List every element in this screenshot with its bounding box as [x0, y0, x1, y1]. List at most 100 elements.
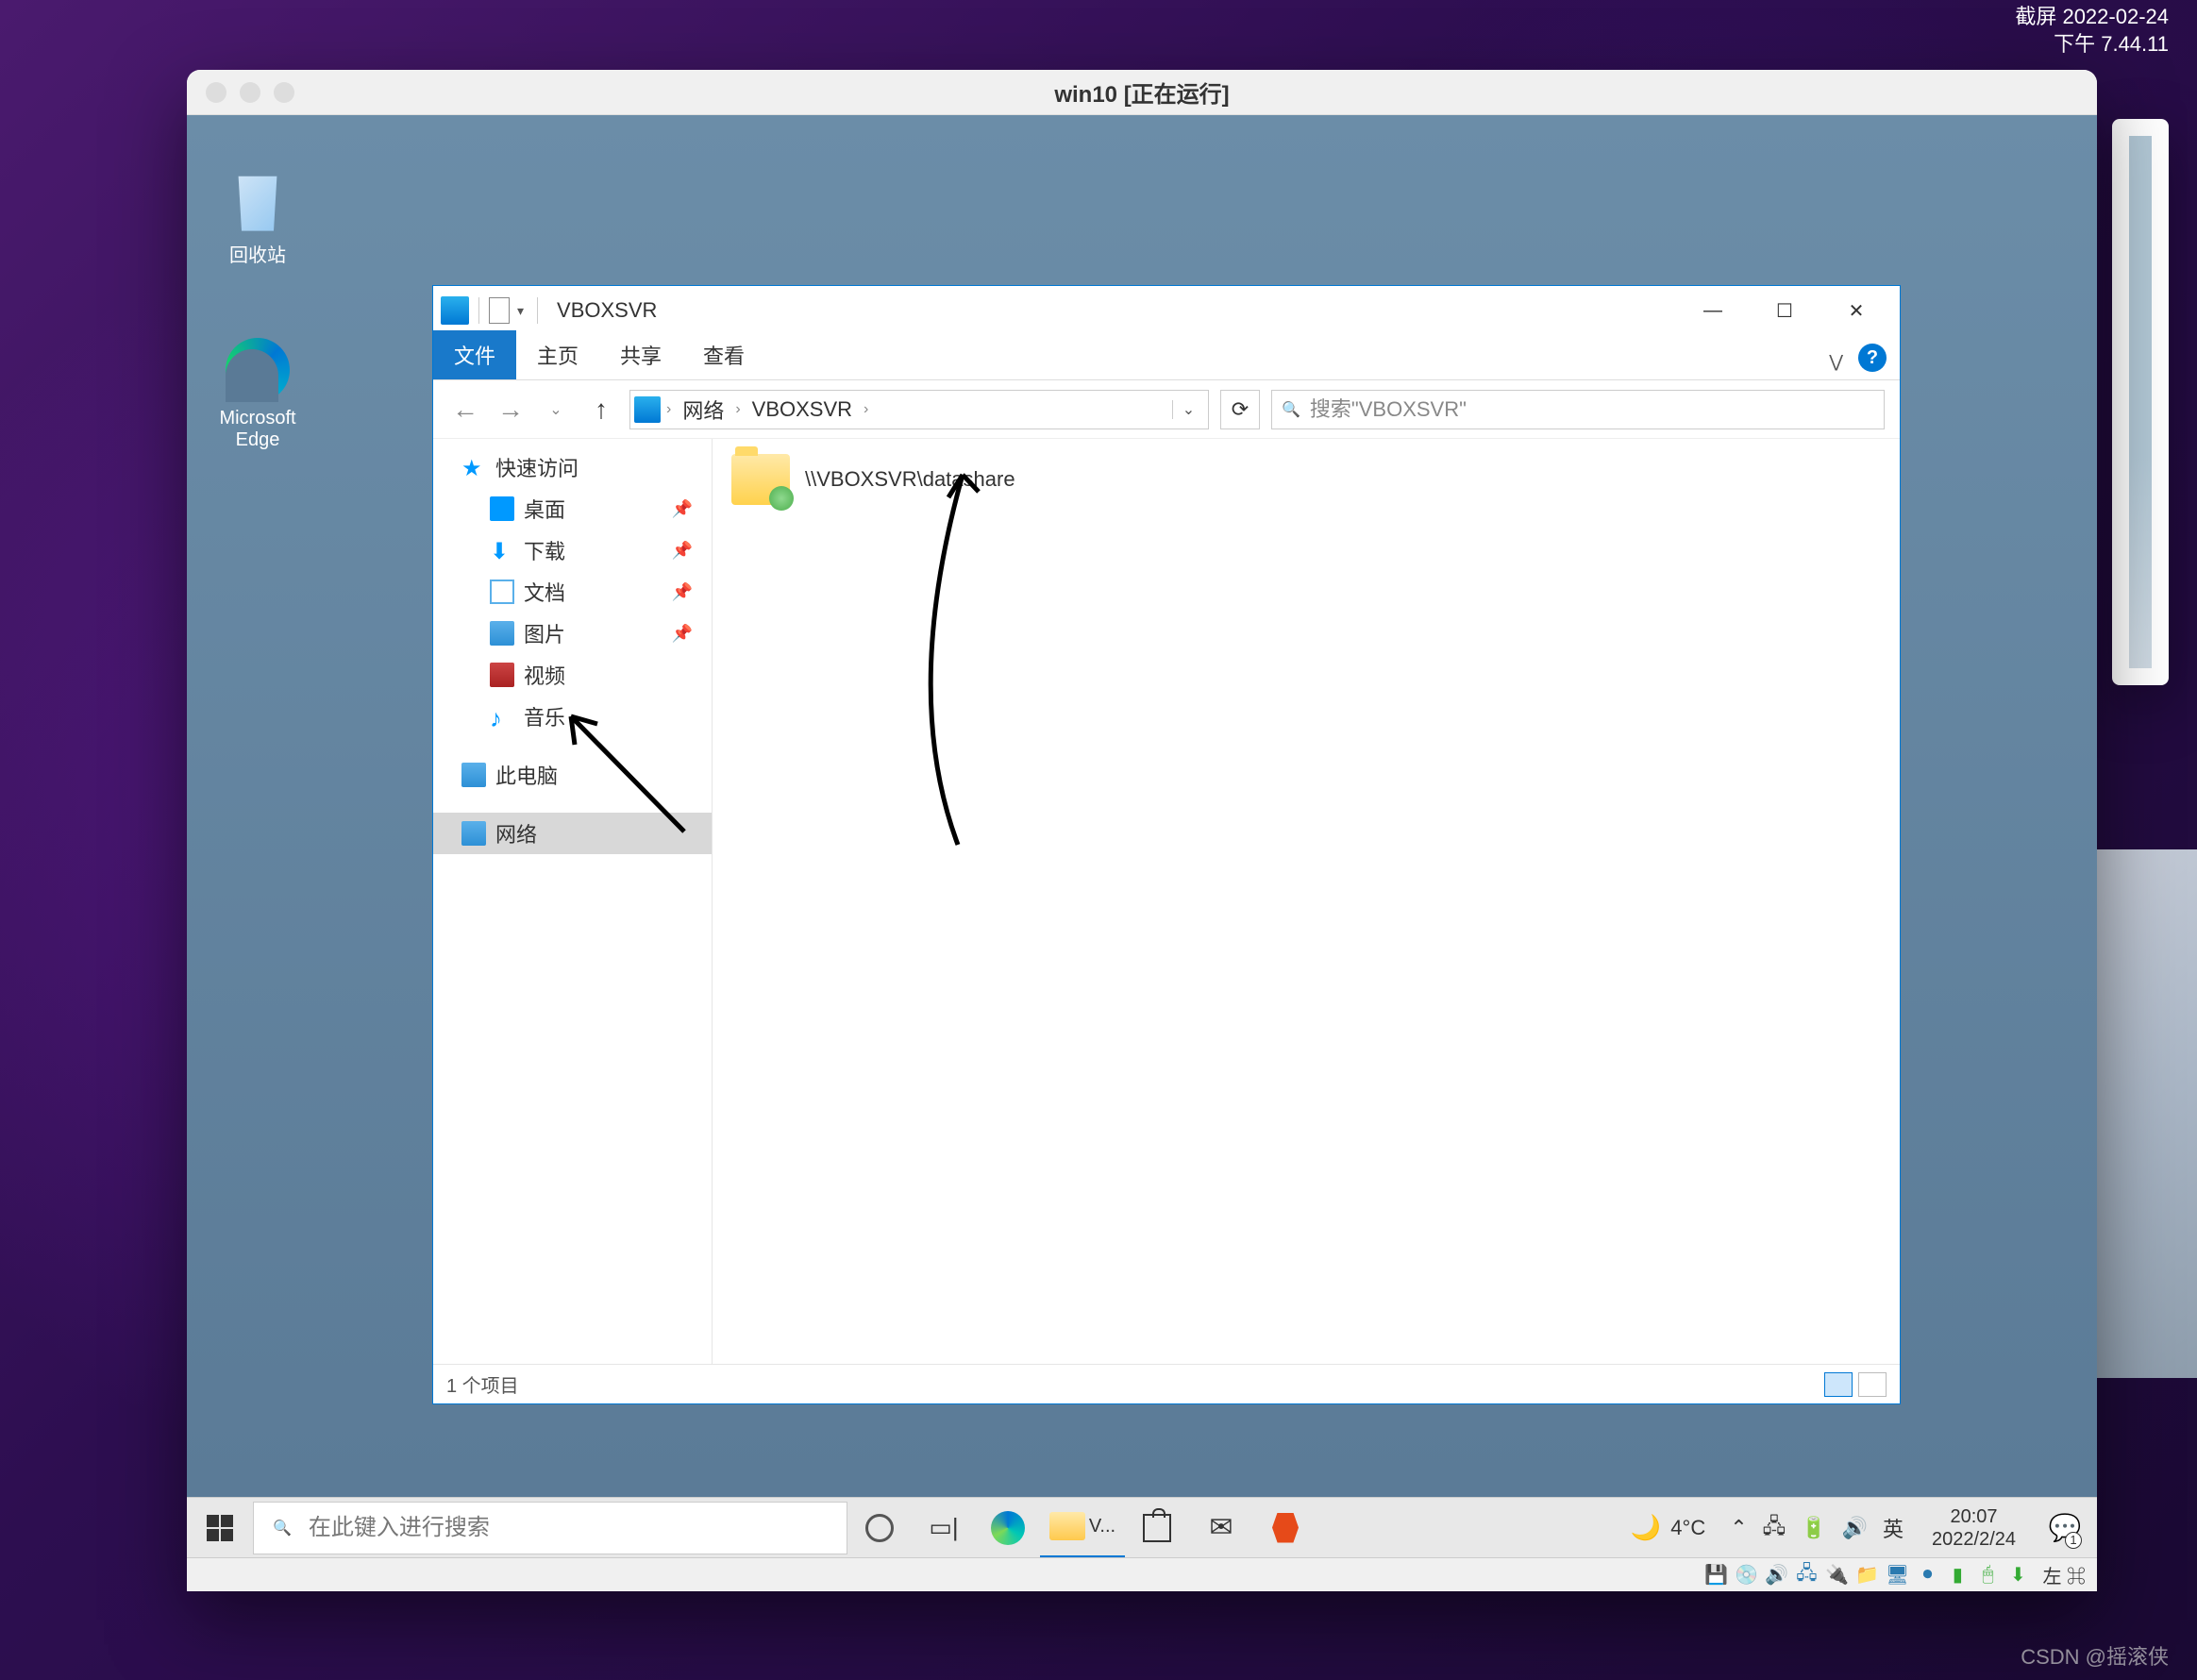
- content-pane[interactable]: \\VBOXSVR\datashare: [713, 439, 1900, 1364]
- screenshot-caption: 截屏 2022-02-24 下午 7.44.11: [2015, 4, 2169, 58]
- vb-host-key: 左 ⌘: [2042, 1561, 2086, 1588]
- quick-access-doc-icon[interactable]: [489, 297, 510, 324]
- vb-display-icon[interactable]: 🖥: [1886, 1564, 1908, 1587]
- preview-thumbnail[interactable]: [2112, 119, 2169, 685]
- breadcrumb-network[interactable]: 网络: [677, 395, 730, 425]
- navigation-pane[interactable]: ★ 快速访问 桌面 📌 ⬇ 下载 📌 文档: [433, 439, 713, 1364]
- vb-optical-icon[interactable]: 💿: [1735, 1564, 1757, 1587]
- windows-logo-icon: [207, 1515, 233, 1541]
- taskbar-office[interactable]: [1253, 1498, 1317, 1558]
- vm-title: win10 [正在运行]: [1054, 76, 1229, 109]
- search-icon: 🔍: [273, 1519, 292, 1537]
- taskbar-search[interactable]: 🔍: [253, 1502, 847, 1554]
- videos-icon: [490, 663, 514, 687]
- vb-keyboard-icon[interactable]: ⬇: [2006, 1564, 2029, 1587]
- vb-cpu-icon[interactable]: ▮: [1946, 1564, 1969, 1587]
- pin-icon: 📌: [672, 624, 693, 644]
- taskbar-search-input[interactable]: [309, 1515, 828, 1541]
- shared-folder-icon: [731, 454, 790, 505]
- help-button[interactable]: ?: [1858, 344, 1887, 372]
- explorer-icon: [1049, 1512, 1085, 1540]
- explorer-title: VBOXSVR: [557, 298, 657, 323]
- taskbar-store[interactable]: [1125, 1498, 1189, 1558]
- weather-icon: 🌙: [1631, 1513, 1661, 1542]
- nav-videos[interactable]: 视频: [433, 654, 712, 696]
- minimize-button[interactable]: —: [1677, 288, 1749, 333]
- taskbar-mail[interactable]: ✉: [1189, 1498, 1253, 1558]
- desktop-icon-edge[interactable]: Microsoft Edge: [206, 338, 310, 451]
- nav-downloads[interactable]: ⬇ 下载 📌: [433, 529, 712, 571]
- nav-pictures[interactable]: 图片 📌: [433, 613, 712, 654]
- pc-icon: [461, 763, 486, 787]
- maximize-button[interactable]: ☐: [1749, 288, 1820, 333]
- vb-network-icon[interactable]: 🖧: [1795, 1564, 1818, 1587]
- vm-titlebar[interactable]: win10 [正在运行]: [187, 70, 2097, 115]
- nav-desktop[interactable]: 桌面 📌: [433, 488, 712, 529]
- close-traffic-light[interactable]: [206, 82, 226, 103]
- ribbon-expand-icon[interactable]: ⋁: [1820, 344, 1853, 379]
- cortana-button[interactable]: [847, 1498, 912, 1558]
- download-icon: ⬇: [490, 538, 514, 563]
- quick-access-dropdown-icon[interactable]: ▾: [517, 303, 524, 319]
- desktop-icon-recycle-bin[interactable]: 回收站: [206, 170, 310, 267]
- network-icon: [461, 821, 486, 846]
- battery-tray-icon[interactable]: 🔋: [1801, 1516, 1826, 1540]
- network-tray-icon[interactable]: 🖧: [1763, 1510, 1786, 1546]
- address-history-dropdown[interactable]: ⌄: [1172, 400, 1204, 419]
- minimize-traffic-light[interactable]: [240, 82, 260, 103]
- ribbon-tabs: 文件 主页 共享 查看 ⋁ ?: [433, 335, 1900, 380]
- ribbon-tab-home[interactable]: 主页: [516, 330, 599, 379]
- view-details-button[interactable]: [1824, 1372, 1853, 1397]
- tray-overflow-icon[interactable]: ⌃: [1730, 1516, 1747, 1540]
- star-icon: ★: [461, 455, 486, 479]
- search-box[interactable]: 🔍: [1271, 390, 1885, 429]
- close-button[interactable]: ✕: [1820, 288, 1892, 333]
- ribbon-tab-file[interactable]: 文件: [433, 330, 516, 379]
- start-button[interactable]: [187, 1498, 253, 1558]
- vb-shared-folder-icon[interactable]: 📁: [1855, 1564, 1878, 1587]
- cortana-icon: [865, 1514, 894, 1542]
- mail-icon: ✉: [1209, 1511, 1233, 1544]
- item-count: 1 个项目: [446, 1370, 519, 1398]
- file-explorer-window: ▾ VBOXSVR — ☐ ✕ 文件 主页 共享 查看 ⋁ ?: [432, 285, 1901, 1404]
- office-icon: [1272, 1513, 1299, 1543]
- pin-icon: 📌: [672, 541, 693, 561]
- taskbar-weather[interactable]: 🌙 4°C: [1618, 1513, 1719, 1542]
- action-center-button[interactable]: 💬 1: [2044, 1498, 2086, 1558]
- breadcrumb-folder[interactable]: VBOXSVR: [746, 397, 858, 422]
- ribbon-tab-view[interactable]: 查看: [682, 330, 765, 379]
- recycle-bin-icon: [226, 170, 290, 234]
- nav-up-button[interactable]: ↑: [584, 393, 618, 427]
- search-input[interactable]: [1310, 397, 1874, 422]
- edge-icon: [991, 1511, 1025, 1545]
- vb-audio-icon[interactable]: 🔊: [1765, 1564, 1787, 1587]
- windows-taskbar: 🔍 ▭| V... ✉ 🌙 4°C ⌃ 🖧 🔋 🔊: [187, 1497, 2097, 1557]
- zoom-traffic-light[interactable]: [274, 82, 294, 103]
- task-view-button[interactable]: ▭|: [912, 1498, 976, 1558]
- view-icons-button[interactable]: [1858, 1372, 1887, 1397]
- ime-indicator[interactable]: 英: [1883, 1513, 1904, 1543]
- system-tray: ⌃ 🖧 🔋 🔊 英 20:07 2022/2/24 💬 1: [1719, 1498, 2097, 1558]
- explorer-app-icon[interactable]: [441, 296, 469, 325]
- taskbar-edge[interactable]: [976, 1498, 1040, 1558]
- explorer-status-bar: 1 个项目: [433, 1364, 1900, 1403]
- nav-quick-access[interactable]: ★ 快速访问: [433, 446, 712, 488]
- explorer-titlebar[interactable]: ▾ VBOXSVR — ☐ ✕: [433, 286, 1900, 335]
- vb-mouse-icon[interactable]: 🖱: [1976, 1564, 1999, 1587]
- windows-desktop[interactable]: 回收站 Microsoft Edge ▾ VBOXSVR — ☐ ✕: [187, 115, 2097, 1557]
- ribbon-tab-share[interactable]: 共享: [599, 330, 682, 379]
- vb-recording-icon[interactable]: ⏺: [1916, 1564, 1938, 1587]
- nav-recent-dropdown[interactable]: ⌄: [539, 393, 573, 427]
- taskbar-explorer[interactable]: V...: [1040, 1498, 1125, 1558]
- nav-documents[interactable]: 文档 📌: [433, 571, 712, 613]
- address-bar[interactable]: › 网络 › VBOXSVR › ⌄: [629, 390, 1209, 429]
- pictures-icon: [490, 621, 514, 646]
- nav-forward-button[interactable]: →: [494, 393, 528, 427]
- nav-back-button[interactable]: ←: [448, 393, 482, 427]
- vb-hdd-icon[interactable]: 💾: [1704, 1564, 1727, 1587]
- location-icon: [634, 396, 661, 423]
- refresh-button[interactable]: ⟳: [1220, 390, 1260, 429]
- taskbar-clock[interactable]: 20:07 2022/2/24: [1919, 1505, 2029, 1551]
- volume-tray-icon[interactable]: 🔊: [1842, 1516, 1868, 1540]
- vb-usb-icon[interactable]: 🔌: [1825, 1564, 1848, 1587]
